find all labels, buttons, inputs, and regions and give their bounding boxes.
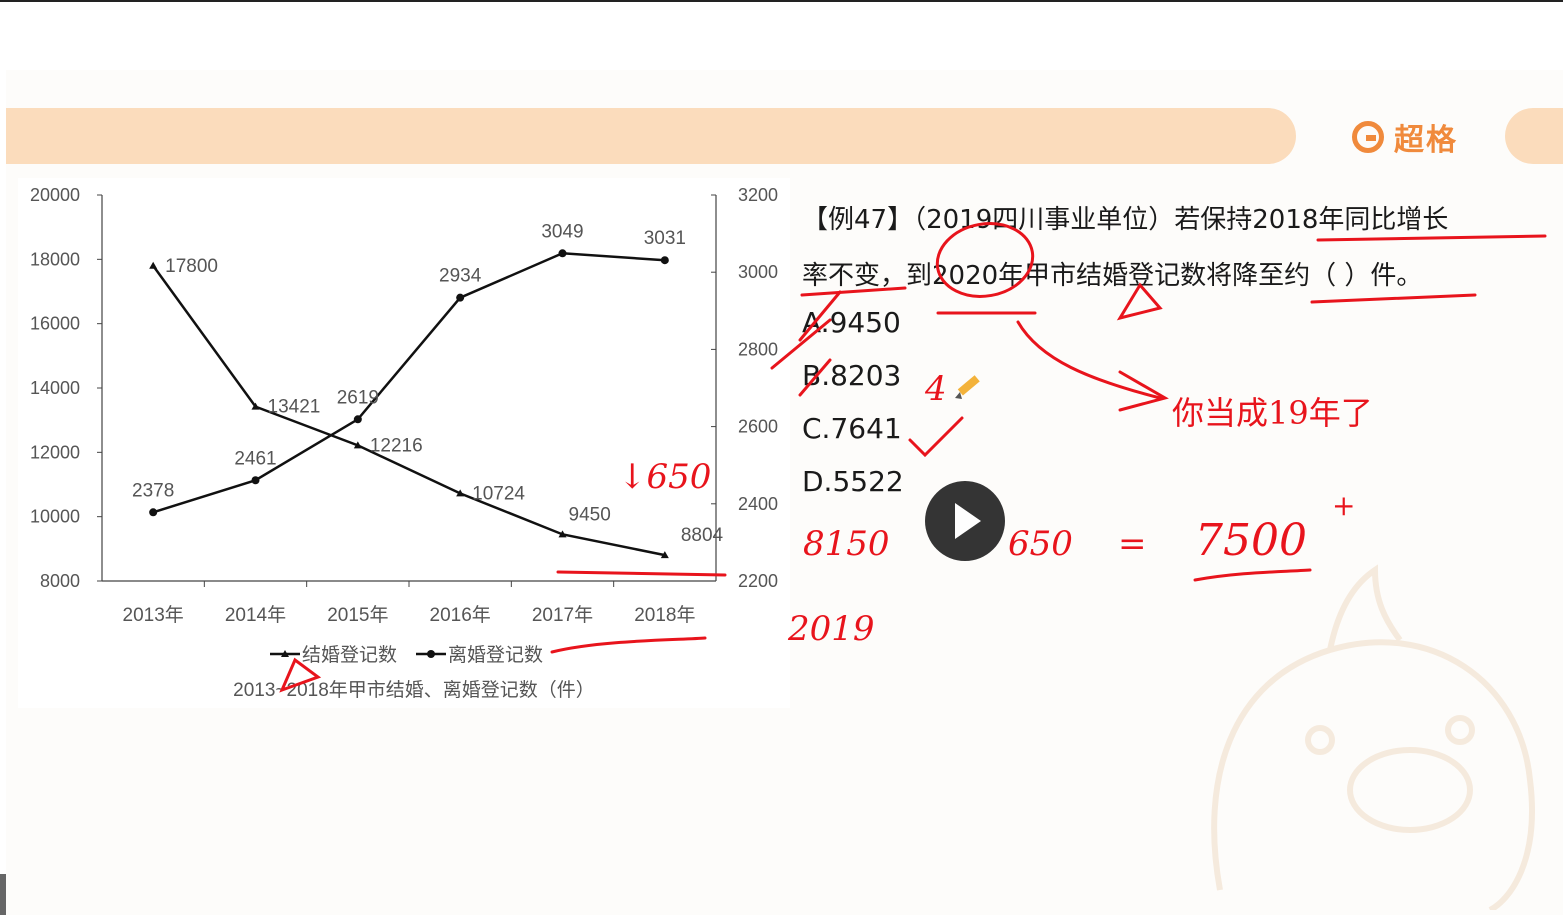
options-list: A.9450 B.8203 C.7641 D.5522 — [802, 296, 904, 508]
chart-container: 8000 10000 12000 14000 16000 18000 20000 2200 24… — [18, 178, 790, 708]
y-tick-label-left: 14000 — [30, 378, 80, 398]
data-label-marriage: 8804 — [681, 525, 724, 546]
data-label-marriage: 10724 — [472, 483, 525, 504]
y-tick-label-left: 18000 — [30, 249, 80, 269]
line-chart: 8000 10000 12000 14000 16000 18000 20000 2200 24… — [30, 185, 778, 701]
option-d[interactable]: D.5522 — [802, 455, 904, 508]
data-label-divorce: 3049 — [541, 221, 583, 242]
data-label-marriage: 13421 — [268, 397, 321, 418]
series-line-divorce — [152, 252, 665, 514]
y-tick-label-left: 16000 — [30, 314, 80, 334]
logo-icon — [1352, 121, 1384, 153]
point-marriage — [149, 261, 158, 269]
point-divorce — [149, 508, 158, 517]
red-note: 你当成19年了 — [1172, 394, 1373, 432]
legend-label-divorce: 离婚登记数 — [448, 644, 543, 666]
data-label-divorce: 2619 — [337, 387, 379, 408]
chart-caption: 2013~2018年甲市结婚、离婚登记数（件） — [233, 679, 595, 701]
x-tick-label: 2016年 — [430, 604, 491, 626]
mascot-watermark — [1211, 564, 1535, 910]
play-icon[interactable] — [925, 481, 1005, 561]
question-line-1: 【例47】（2019四川事业单位）若保持2018年同比增长 — [802, 205, 1449, 235]
option-c[interactable]: C.7641 — [802, 402, 904, 455]
data-label-divorce: 2461 — [234, 448, 276, 469]
brand-name: 超格 — [1394, 123, 1458, 158]
x-tick-label: 2014年 — [225, 604, 286, 626]
x-tick-label: 2018年 — [634, 604, 695, 626]
question-block: 【例47】（2019四川事业单位）若保持2018年同比增长 率不变，到2020年… — [802, 192, 1542, 304]
y-tick-label-left: 8000 — [40, 571, 80, 591]
question-line-2: 率不变，到2020年甲市结婚登记数将降至约（ ）件。 — [802, 261, 1423, 291]
data-label-marriage: 9450 — [569, 504, 611, 525]
y-tick-label-left: 20000 — [30, 185, 80, 205]
legend-label-marriage: 结婚登记数 — [302, 644, 397, 666]
data-label-divorce: 2934 — [439, 266, 482, 287]
header-banner-tab — [1505, 108, 1563, 164]
y-tick-label-right: 2400 — [738, 494, 778, 514]
y-tick-label-right: 2600 — [738, 417, 778, 437]
y-tick-label-left: 10000 — [30, 507, 80, 527]
x-tick-label: 2015年 — [327, 604, 388, 626]
y-tick-label-right: 3200 — [738, 185, 778, 205]
legend-marker-divorce — [427, 650, 435, 658]
x-tick-label: 2017年 — [532, 604, 593, 626]
data-label-divorce: 3031 — [644, 228, 686, 249]
data-label-marriage: 12216 — [370, 435, 423, 456]
point-divorce — [251, 476, 260, 485]
option-b[interactable]: B.8203 — [802, 349, 904, 402]
left-scroll-marker — [0, 874, 6, 915]
option-a[interactable]: A.9450 — [802, 296, 904, 349]
top-border — [0, 0, 1563, 2]
y-tick-label-left: 12000 — [30, 442, 80, 462]
x-tick-label: 2013年 — [123, 604, 184, 626]
y-tick-label-right: 2200 — [738, 571, 778, 591]
data-label-divorce: 2378 — [132, 480, 174, 501]
point-divorce — [558, 249, 567, 258]
brand-logo: 超格 — [1352, 116, 1458, 158]
point-divorce — [660, 256, 669, 265]
y-tick-label-right: 3000 — [738, 262, 778, 282]
y-tick-label-right: 2800 — [738, 339, 778, 359]
header-banner — [6, 108, 1296, 164]
point-divorce — [456, 293, 465, 302]
point-divorce — [353, 415, 362, 424]
data-label-marriage: 17800 — [165, 256, 218, 277]
